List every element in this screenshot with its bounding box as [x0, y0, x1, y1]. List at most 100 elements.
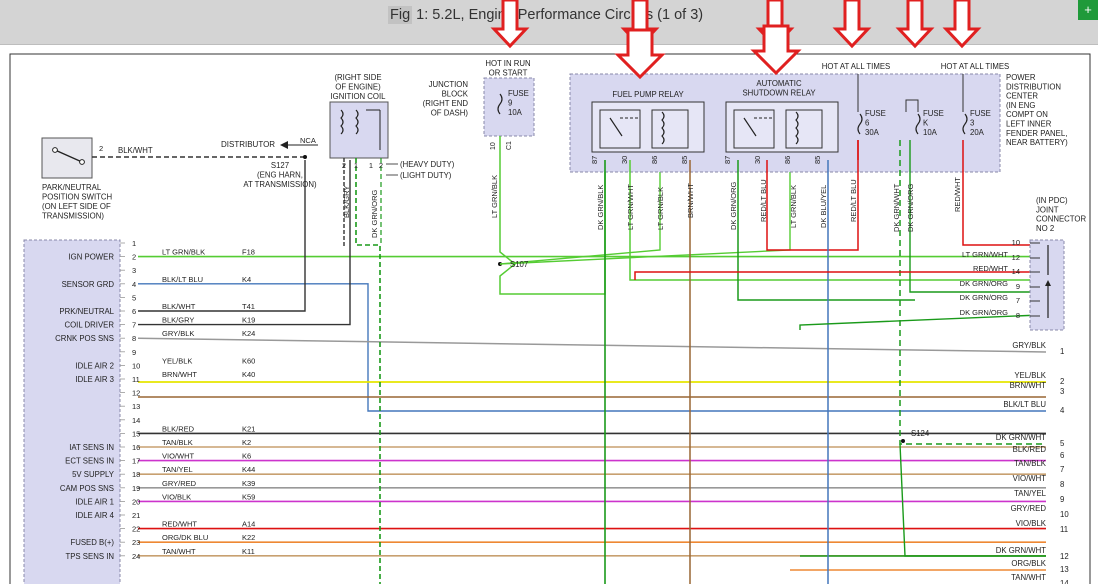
- joint-connector-caption: CONNECTOR: [1036, 215, 1086, 224]
- pdc-caption: CENTER: [1006, 92, 1038, 101]
- pcm-wire-circuit: K21: [242, 424, 255, 433]
- wire-s107-fp86: [499, 160, 661, 265]
- down-arrow-icon: [832, 0, 872, 49]
- pcm-wire-color: YEL/BLK: [162, 356, 192, 365]
- distributor-label: DISTRIBUTOR: [221, 140, 275, 149]
- joint-wire-label: LT GRN/WHT: [962, 250, 1008, 259]
- light-duty-label: (LIGHT DUTY): [400, 171, 452, 180]
- switch-contact: [52, 147, 58, 153]
- relay-pin-number: 87: [590, 156, 599, 164]
- right-wire-number: 1: [1060, 347, 1064, 356]
- right-wire-label: GRY/BLK: [1012, 341, 1046, 350]
- vertical-wire-label: DK GRN/BLK: [596, 185, 605, 230]
- pcm-pin-number: 17: [132, 457, 140, 466]
- vertical-wire-label: LT GRN/WHT: [626, 184, 635, 230]
- wire-fp30-lt-grn-wht: [629, 160, 1040, 281]
- joint-wire-label: DK GRN/ORG: [960, 308, 1009, 317]
- coil-pin-number: 2: [342, 161, 346, 170]
- fuse9-label: FUSE: [508, 89, 529, 98]
- pcm-pin-number: 1: [132, 239, 136, 248]
- fuse-label: K: [923, 119, 929, 128]
- right-wire-label: VIO/WHT: [1013, 474, 1047, 483]
- fuse-label: FUSE: [865, 109, 886, 118]
- junction-block-caption: BLOCK: [442, 90, 469, 99]
- right-wire-label: DK GRN/WHT: [996, 546, 1046, 555]
- pcm-wire-circuit: K22: [242, 533, 255, 542]
- fuse9-label: 10A: [508, 108, 523, 117]
- joint-wire-label: RED/WHT: [973, 264, 1008, 273]
- pcm-wire-circuit: K44: [242, 465, 255, 474]
- s127-label: S127: [271, 161, 289, 170]
- pcm-wire-color: BRN/WHT: [162, 370, 197, 379]
- switch-wire-label: BLK/WHT: [118, 146, 153, 155]
- wire-crnk-pos: [137, 337, 1047, 353]
- right-wire-number: 9: [1060, 495, 1064, 504]
- s107-label: S107: [510, 260, 528, 269]
- relay-pin-number: 86: [650, 156, 659, 164]
- pcm-wire-color: VIO/WHT: [162, 452, 194, 461]
- joint-connector-caption: JOINT: [1036, 205, 1059, 214]
- pcm-wire-circuit: K60: [242, 356, 255, 365]
- coil-caption: IGNITION COIL: [330, 92, 386, 101]
- pcm-pin-function: TPS SENS IN: [65, 552, 114, 561]
- pcm-wire-circuit: K4: [242, 275, 251, 284]
- right-wire-number: 14: [1060, 579, 1069, 584]
- pcm-pin-number: 20: [132, 497, 140, 506]
- pcm-pin-function: PRK/NEUTRAL: [59, 307, 114, 316]
- pdc-caption: POWER: [1006, 73, 1036, 82]
- vertical-wire-label: DK GRN/ORG: [906, 183, 915, 232]
- pcm-pin-function: IDLE AIR 3: [75, 375, 114, 384]
- pcm-wire-color: TAN/BLK: [162, 438, 193, 447]
- pcm-pin-number: 5: [132, 293, 136, 302]
- pcm-pin-number: 3: [132, 266, 136, 275]
- down-arrow-icon: [490, 0, 530, 49]
- switch-caption: TRANSMISSION): [42, 212, 104, 221]
- s124-label: S124: [911, 429, 930, 438]
- joint-pin-number: 7: [1016, 296, 1020, 305]
- pcm-wire-color: BLK/GRY: [162, 316, 194, 325]
- joint-pin-number: 10: [1012, 238, 1020, 247]
- relay-pin-number: 87: [723, 156, 732, 164]
- hot-in-run-label: HOT IN RUN: [485, 59, 530, 68]
- pcm-wire-color: TAN/WHT: [162, 547, 196, 556]
- fuel-pump-relay-label: FUEL PUMP RELAY: [612, 90, 684, 99]
- right-wire-number: 7: [1060, 465, 1064, 474]
- pcm-wire-color: TAN/YEL: [162, 465, 193, 474]
- right-wire-label: VIO/BLK: [1016, 519, 1047, 528]
- vertical-wire-label: DK BLU/YEL: [819, 185, 828, 228]
- pcm-pin-number: 23: [132, 538, 140, 547]
- pcm-pin-number: 10: [132, 361, 140, 370]
- pcm-pin-function: IDLE AIR 4: [75, 511, 114, 520]
- vertical-wire-label: LT GRN/BLK: [490, 175, 499, 218]
- right-wire-number: 6: [1060, 451, 1064, 460]
- pcm-wire-circuit: K40: [242, 370, 255, 379]
- pcm-pin-function: COIL DRIVER: [64, 321, 114, 330]
- pcm-wire-color: ORG/DK BLU: [162, 533, 208, 542]
- pcm-block: [23, 239, 121, 584]
- pcm-wire-circuit: K39: [242, 479, 255, 488]
- wire-dk-grn-org-8: [799, 314, 1041, 330]
- right-wire-label: ORG/BLK: [1011, 559, 1046, 568]
- pdc-caption: FENDER PANEL,: [1006, 129, 1067, 138]
- fuse9-pin: 10: [490, 142, 497, 150]
- coil-pin-number: 1: [369, 161, 373, 170]
- pcm-wire-color: BLK/WHT: [162, 302, 196, 311]
- right-wire-label: BLK/RED: [1013, 445, 1047, 454]
- pcm-pin-function: IDLE AIR 1: [75, 497, 114, 506]
- joint-pin-number: 14: [1012, 267, 1020, 276]
- pcm-wire-circuit: K2: [242, 438, 251, 447]
- right-wire-label: DK GRN/WHT: [996, 433, 1046, 442]
- pcm-pin-number: 24: [132, 552, 140, 561]
- right-wire-number: 12: [1060, 552, 1069, 561]
- pcm-pin-function: CRNK POS SNS: [55, 334, 114, 343]
- vertical-wire-label: RED/WHT: [953, 177, 962, 212]
- right-wire-number: 3: [1060, 387, 1064, 396]
- pcm-pin-number: 22: [132, 525, 140, 534]
- vertical-wire-label: LT GRN/BLK: [656, 187, 665, 230]
- pdc-caption: NEAR BATTERY): [1006, 138, 1068, 147]
- pcm-wire-circuit: F18: [242, 248, 255, 257]
- pcm-pin-function: CAM POS SNS: [60, 484, 114, 493]
- relay-pin-number: 86: [783, 156, 792, 164]
- fuse-label: 30A: [865, 128, 880, 137]
- fuse-label: 3: [970, 119, 974, 128]
